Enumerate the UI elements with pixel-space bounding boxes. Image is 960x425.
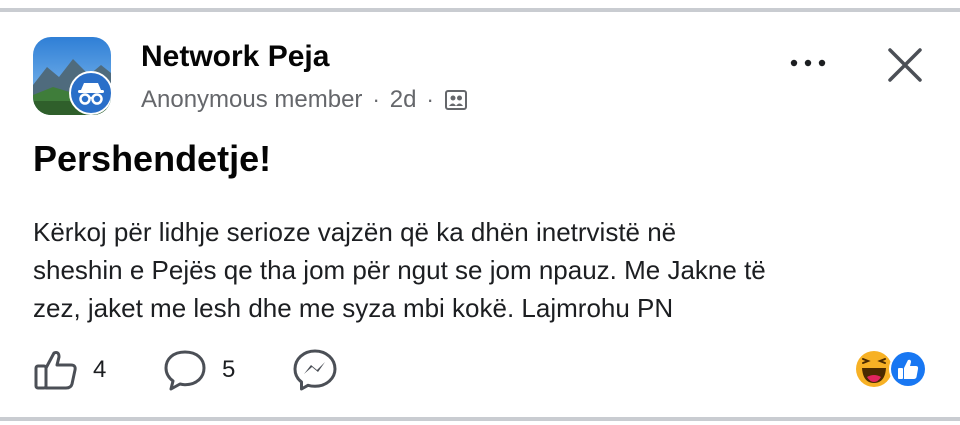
comment-count: 5 — [222, 356, 236, 383]
post-title: Pershendetje! — [33, 138, 272, 179]
like-count: 4 — [93, 356, 107, 383]
author-name[interactable]: Anonymous member — [141, 86, 362, 114]
close-post-button[interactable] — [884, 44, 926, 86]
comment-button[interactable]: 5 — [162, 348, 235, 392]
anonymous-badge-icon — [69, 71, 111, 115]
send-messenger-button[interactable] — [292, 348, 338, 392]
post-body-line: Kërkoj për lidhje serioze vajzën që ka d… — [33, 217, 677, 247]
post-meta: Anonymous member · 2d · — [141, 86, 468, 114]
group-audience-icon — [444, 88, 468, 112]
post-body-line: sheshin e Pejës qe tha jom për ngut se j… — [33, 255, 766, 285]
post-body-line: zez, jaket me lesh dhe me syza mbi kokë.… — [33, 293, 674, 323]
more-options-button[interactable] — [786, 48, 830, 78]
post-time[interactable]: 2d — [390, 86, 417, 114]
group-avatar[interactable] — [33, 37, 111, 115]
thumbs-up-icon — [34, 351, 77, 390]
meta-separator: · — [372, 87, 380, 112]
reactions-summary[interactable] — [854, 349, 932, 389]
like-button[interactable]: 4 — [33, 348, 106, 392]
group-name-link[interactable]: Network Peja — [141, 40, 329, 74]
messenger-icon — [293, 349, 337, 391]
comment-bubble-icon — [164, 350, 206, 391]
haha-reaction-icon — [856, 351, 892, 387]
close-icon — [888, 48, 922, 82]
meta-separator: · — [426, 87, 434, 112]
more-horizontal-icon — [790, 59, 826, 67]
bottom-divider — [0, 417, 960, 421]
like-reaction-icon — [889, 350, 927, 388]
reactions-icons — [856, 350, 927, 388]
top-divider — [0, 8, 960, 12]
post-body: Kërkoj për lidhje serioze vajzën që ka d… — [33, 213, 933, 327]
